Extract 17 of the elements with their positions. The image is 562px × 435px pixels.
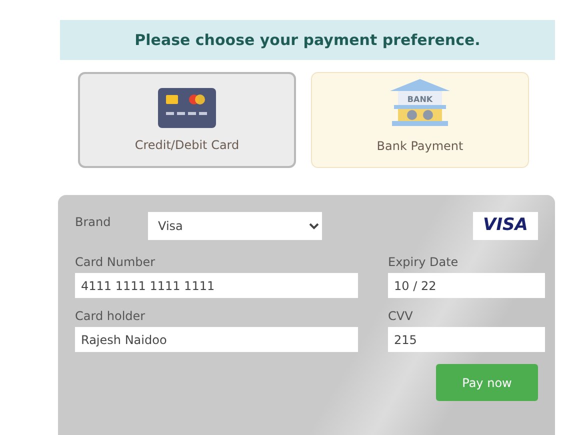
- brand-select[interactable]: Visa: [148, 212, 322, 240]
- payment-option[interactable]: Credit/Debit Card: [78, 72, 296, 168]
- text-field[interactable]: 10 / 22: [388, 273, 545, 298]
- credit-card-icon: [158, 88, 216, 128]
- visa-logo: VISA: [473, 212, 538, 240]
- text-field[interactable]: Rajesh Naidoo: [75, 327, 358, 352]
- field-label: Card holder: [75, 310, 146, 322]
- field-label: CVV: [388, 310, 414, 322]
- field-label: Card Number: [75, 256, 156, 268]
- field-label: Expiry Date: [388, 256, 460, 268]
- text-field[interactable]: 215: [388, 327, 545, 352]
- field-label: Brand: [75, 216, 112, 228]
- text-field[interactable]: 4111 1111 1111 1111: [75, 273, 358, 298]
- option-label: Bank Payment: [376, 138, 464, 155]
- option-label: Credit/Debit Card: [134, 137, 240, 154]
- payment-option[interactable]: BANK Bank Payment: [311, 72, 529, 168]
- page-heading: Please choose your payment preference.: [60, 20, 555, 60]
